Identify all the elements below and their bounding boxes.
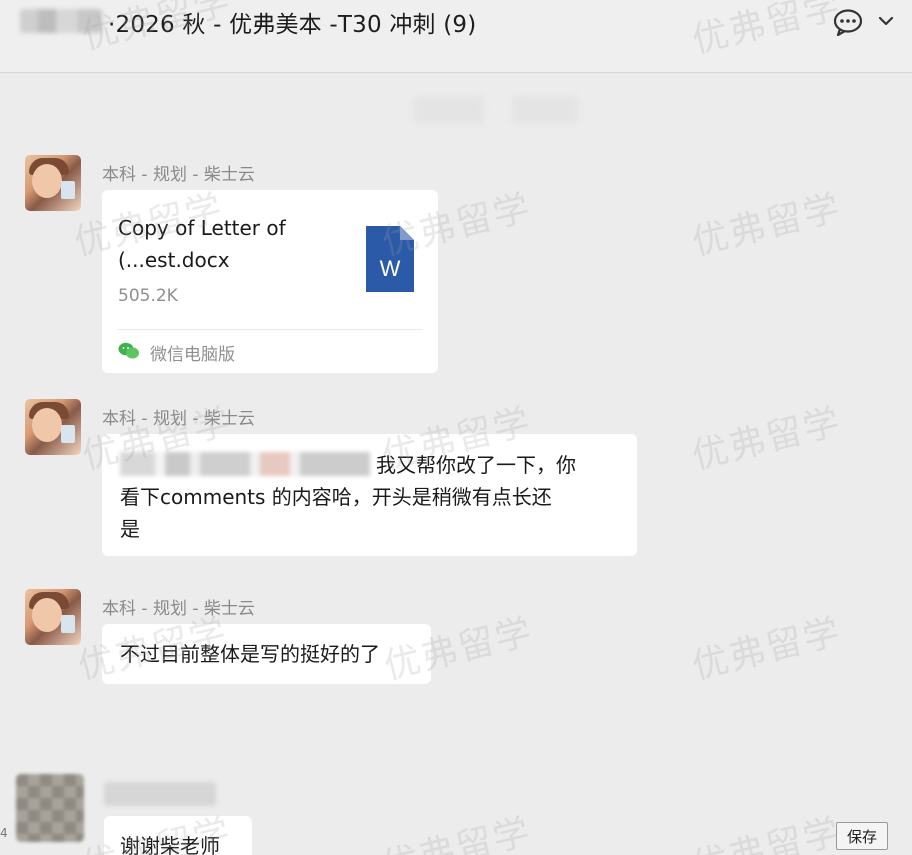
chevron-down-icon[interactable] <box>877 12 895 30</box>
svg-text:W: W <box>380 256 401 281</box>
sender-name: 本科 - 规划 - 柴士云 <box>102 409 255 429</box>
watermark: 优弗留学 <box>688 187 846 264</box>
blurred-timestamp <box>414 96 484 124</box>
divider <box>118 329 423 330</box>
chat-bubble-icon[interactable] <box>832 8 864 36</box>
wechat-icon <box>118 342 139 359</box>
watermark: 优弗留学 <box>378 811 536 855</box>
blurred-sender-name <box>104 782 216 806</box>
message-text: 不过目前整体是写的挺好的了 <box>120 642 380 666</box>
message-text: 看下comments 的内容哈，开头是稍微有点长还 <box>120 485 552 509</box>
message-text: 是 <box>120 517 140 541</box>
text-message-bubble[interactable]: 我又帮你改了一下，你 看下comments 的内容哈，开头是稍微有点长还 是 <box>102 434 637 556</box>
sender-name: 本科 - 规划 - 柴士云 <box>102 599 255 619</box>
text-message-bubble[interactable]: 谢谢柴老师 <box>104 816 252 855</box>
watermark: 优弗留学 <box>688 811 846 855</box>
file-size: 505.2K <box>118 286 178 306</box>
word-document-icon: W <box>366 226 414 292</box>
save-button[interactable]: 保存 <box>836 822 888 850</box>
blurred-timestamp <box>512 96 578 124</box>
sender-name: 本科 - 规划 - 柴士云 <box>102 165 255 185</box>
watermark: 优弗留学 <box>688 401 846 478</box>
file-name: Copy of Letter of (...est.docx <box>118 216 286 272</box>
chat-window: ·2026 秋 - 优弗美本 -T30 冲刺 (9) 本科 - 规划 - 柴士云… <box>0 0 912 855</box>
avatar[interactable] <box>25 399 81 455</box>
edge-glyph: 4 <box>0 826 8 840</box>
avatar[interactable] <box>25 589 81 645</box>
text-message-bubble[interactable]: 不过目前整体是写的挺好的了 <box>102 624 431 684</box>
file-source-label: 微信电脑版 <box>150 345 235 365</box>
chat-header: ·2026 秋 - 优弗美本 -T30 冲刺 (9) <box>0 0 912 73</box>
watermark: 优弗留学 <box>688 611 846 688</box>
blurred-mention <box>120 452 370 476</box>
avatar[interactable] <box>25 155 81 211</box>
blurred-group-prefix <box>20 9 102 33</box>
avatar[interactable] <box>16 774 84 842</box>
message-text: 谢谢柴老师 <box>120 834 220 855</box>
message-text: 我又帮你改了一下，你 <box>376 453 576 477</box>
chat-title: ·2026 秋 - 优弗美本 -T30 冲刺 (9) <box>108 12 477 38</box>
file-message-card[interactable]: Copy of Letter of (...est.docx 505.2K W … <box>102 190 438 373</box>
